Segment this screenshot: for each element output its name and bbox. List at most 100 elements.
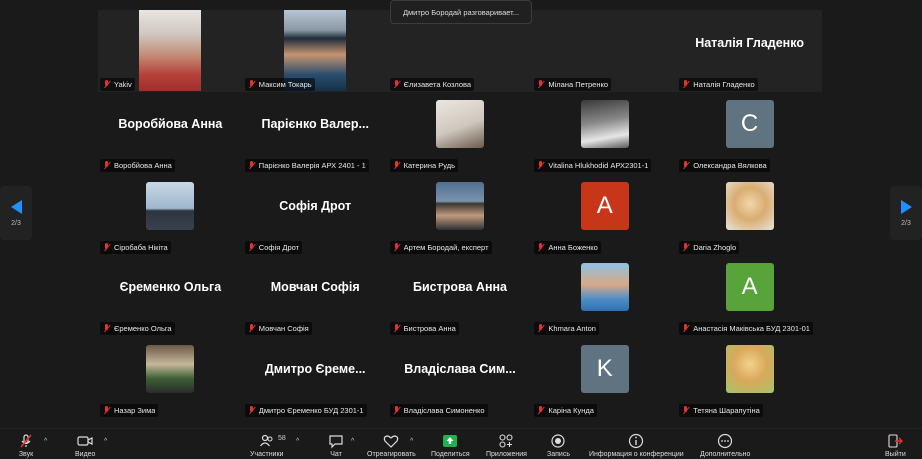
participant-display-name: Бистрова Анна — [412, 280, 508, 295]
participants-icon — [259, 434, 273, 447]
more-button[interactable]: Дополнительно — [700, 433, 750, 458]
participant-name-label: Єлизавета Козлова — [389, 77, 475, 91]
microphone-muted-icon — [248, 242, 256, 252]
participant-name: Vitalina Hlukhodid АРХ2301-1 — [548, 161, 649, 171]
leave-icon — [888, 434, 904, 448]
meeting-info-button[interactable]: Информация о конференции — [589, 433, 684, 458]
participant-tile[interactable]: C Олександра Вялкова — [677, 92, 822, 174]
record-label: Запись — [547, 451, 570, 458]
participant-tile[interactable]: Максим Токарь — [242, 10, 388, 92]
participant-tile[interactable]: A Анна Боженко — [532, 173, 677, 255]
participant-name: Анна Боженко — [548, 242, 598, 252]
microphone-muted-icon — [393, 324, 401, 333]
participant-name: Yakiv — [114, 79, 132, 89]
participant-name: Khmara Anton — [548, 324, 596, 334]
participant-name: Єременко Ольга — [114, 324, 172, 334]
participant-name-label: Олександра Вялкова — [679, 159, 770, 173]
chevron-up-icon[interactable]: ^ — [410, 438, 413, 445]
participant-tile[interactable]: Наталія Гладенко Наталія Гладенко — [677, 10, 822, 92]
participant-name-label: Мілана Петренко — [534, 77, 612, 91]
participant-name-label: Бистрова Анна — [389, 322, 459, 336]
sound-label: Звук — [18, 451, 34, 458]
microphone-muted-icon — [537, 405, 545, 415]
participant-tile[interactable]: Дмитро Єреме... Дмитро Єременко БУД 2301-… — [243, 336, 388, 418]
participant-name-label: Мовчан Софія — [244, 322, 312, 336]
participant-tile[interactable]: Назар Зима — [98, 336, 243, 418]
participant-name-label: Дмитро Єременко БУД 2301-1 — [244, 403, 367, 417]
participant-tile[interactable]: Сіробаба Нікіта — [98, 173, 243, 255]
profile-picture — [725, 345, 774, 394]
avatar-initial: C — [725, 100, 774, 149]
participant-tile[interactable]: Khmara Anton — [532, 255, 677, 337]
participants-label: Участники — [250, 451, 284, 458]
microphone-muted-icon — [537, 242, 545, 252]
microphone-muted-icon — [103, 405, 111, 415]
participant-tile[interactable]: Тетяна Шарапутіна — [677, 336, 822, 418]
microphone-muted-icon — [103, 79, 111, 89]
participant-name: Сіробаба Нікіта — [114, 242, 168, 252]
participant-tile[interactable]: Воробйова Анна Воробйова Анна — [98, 92, 243, 174]
chat-button[interactable]: Чат — [328, 433, 344, 458]
record-button[interactable]: Запись — [547, 433, 570, 458]
participant-name: Мовчан Софія — [258, 324, 309, 334]
participant-tile[interactable]: Yakiv — [98, 10, 243, 92]
participant-tile[interactable]: Бистрова Анна Бистрова Анна — [388, 255, 533, 337]
speaking-tooltip: Дмитро Бородай разговаривает... — [390, 0, 532, 24]
participant-tile[interactable]: Єременко Ольга Єременко Ольга — [98, 255, 243, 337]
participant-display-name: Мовчан Софія — [270, 280, 360, 295]
participant-tile[interactable]: A Анастасія Маківська БУД 2301-01 — [677, 255, 822, 337]
participant-display-name: Софія Дрот — [279, 198, 352, 213]
participant-tile[interactable]: Владіслава Сим... Владіслава Симоненко — [388, 336, 533, 418]
next-page-button[interactable]: 2/3 — [890, 186, 922, 240]
share-button[interactable]: Поделиться — [431, 433, 470, 458]
participant-tile[interactable]: Мовчан Софія Мовчан Софія — [243, 255, 388, 337]
leave-button[interactable]: Выйти — [885, 433, 906, 458]
sound-button[interactable]: Звук — [18, 433, 34, 458]
participant-name: Анастасія Маківська БУД 2301-01 — [693, 324, 810, 334]
profile-picture — [146, 181, 195, 230]
participant-name: Владіслава Симоненко — [403, 405, 485, 415]
chevron-up-icon[interactable]: ^ — [104, 438, 107, 445]
participant-display-name: Воробйова Анна — [118, 117, 223, 132]
participant-tile[interactable]: Артем Бородай, експерт — [388, 173, 533, 255]
video-button[interactable]: Видео — [75, 433, 95, 458]
microphone-muted-icon — [537, 161, 545, 170]
participant-name: Єлизавета Козлова — [403, 79, 472, 89]
participant-tile[interactable]: Парієнко Валер... Парієнко Валерія АРХ 24… — [243, 92, 388, 174]
participant-tile[interactable]: Катерина Рудь — [388, 92, 533, 174]
participant-video — [139, 10, 202, 91]
participant-name: Daria Zhoglo — [693, 242, 737, 252]
apps-button[interactable]: Приложения — [486, 433, 527, 458]
microphone-muted-icon — [682, 161, 690, 170]
participant-display-name: Наталія Гладенко — [695, 35, 804, 50]
profile-picture — [146, 345, 195, 394]
participant-name-label: Назар Зима — [100, 403, 159, 417]
participant-name: Назар Зима — [114, 405, 156, 415]
participant-name-label: Наталія Гладенко — [679, 77, 758, 91]
profile-picture — [435, 181, 484, 230]
chevron-up-icon[interactable]: ^ — [351, 438, 354, 445]
participant-tile[interactable]: Daria Zhoglo — [677, 173, 822, 255]
share-screen-icon — [443, 435, 458, 447]
heart-icon — [384, 435, 399, 448]
participant-name-label: Катерина Рудь — [389, 159, 459, 173]
participant-name: Катерина Рудь — [403, 161, 456, 171]
participant-tile[interactable]: Мілана Петренко — [532, 10, 678, 92]
microphone-muted-icon — [393, 161, 401, 170]
chevron-up-icon[interactable]: ^ — [296, 438, 299, 445]
react-label: Отреагировать — [367, 451, 416, 458]
record-icon — [551, 434, 566, 448]
participant-tile[interactable]: K Каріна Кунда — [532, 336, 677, 418]
chevron-up-icon[interactable]: ^ — [44, 438, 47, 445]
react-button[interactable]: Отреагировать — [367, 433, 416, 458]
microphone-muted-icon — [248, 161, 256, 170]
participant-tile[interactable]: Vitalina Hlukhodid АРХ2301-1 — [532, 92, 677, 174]
chevron-left-icon — [10, 199, 22, 214]
prev-page-button[interactable]: 2/3 — [0, 186, 32, 240]
avatar-initial: K — [580, 345, 629, 394]
participant-name: Тетяна Шарапутіна — [693, 405, 760, 415]
participant-name: Каріна Кунда — [548, 405, 594, 415]
participant-name-label: Єременко Ольга — [100, 322, 175, 336]
participant-name: Максим Токарь — [258, 79, 312, 89]
participant-tile[interactable]: Софія Дрот Софія Дрот — [243, 173, 388, 255]
